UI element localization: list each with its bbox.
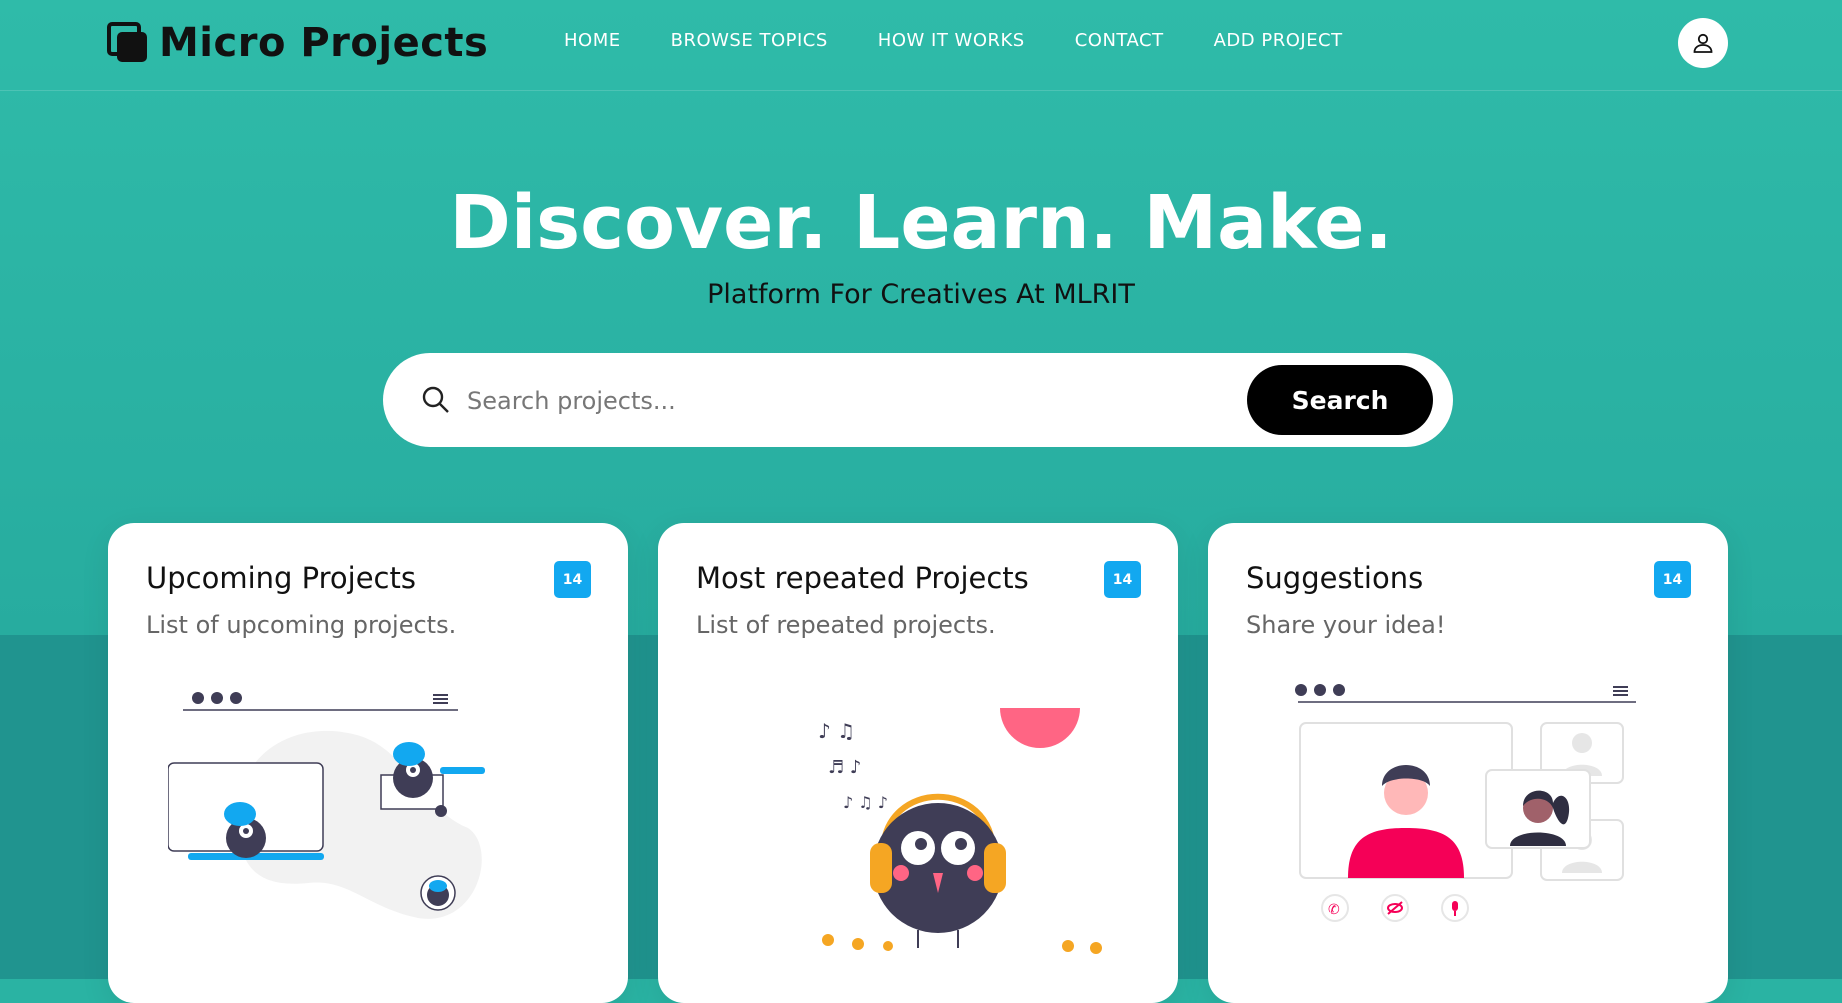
logo-text: Micro Projects [159, 20, 489, 66]
nav-browse-topics[interactable]: BROWSE TOPICS [671, 30, 828, 51]
music-listening-illustration: ♪ ♫ ♬ ♪ ♪ ♫ ♪ [818, 708, 1102, 954]
card-description: List of repeated projects. [696, 611, 996, 639]
card-title: Most repeated Projects [696, 561, 1029, 595]
logo[interactable]: Micro Projects [107, 20, 488, 66]
card-title: Upcoming Projects [146, 561, 416, 595]
nav-contact[interactable]: CONTACT [1075, 30, 1164, 51]
online-work-illustration [168, 692, 485, 919]
nav-add-project[interactable]: ADD PROJECT [1214, 30, 1343, 51]
svg-text:♪ ♫: ♪ ♫ [818, 719, 855, 743]
video-call-illustration: ✆ [1295, 684, 1636, 922]
count-badge: 14 [554, 561, 591, 598]
svg-text:♪ ♫ ♪: ♪ ♫ ♪ [843, 793, 888, 812]
card-most-repeated-projects[interactable]: Most repeated Projects 14 List of repeat… [658, 523, 1178, 1003]
nav-how-it-works[interactable]: HOW IT WORKS [878, 30, 1025, 51]
search-icon [422, 386, 449, 413]
user-account-button[interactable] [1678, 18, 1728, 68]
search-bar: Search [383, 353, 1453, 447]
search-button[interactable]: Search [1247, 365, 1433, 435]
site-header: Micro Projects HOME BROWSE TOPICS HOW IT… [0, 0, 1842, 91]
count-badge: 14 [1654, 561, 1691, 598]
hero-title: Discover. Learn. Make. [449, 180, 1393, 266]
card-upcoming-projects[interactable]: Upcoming Projects 14 List of upcoming pr… [108, 523, 628, 1003]
hero-subtitle: Platform For Creatives At MLRIT [707, 279, 1135, 310]
nav-home[interactable]: HOME [564, 30, 621, 51]
logo-icon [107, 22, 147, 64]
user-icon [1693, 33, 1713, 53]
search-input[interactable] [465, 380, 1209, 422]
card-description: Share your idea! [1246, 611, 1446, 639]
card-title: Suggestions [1246, 561, 1424, 595]
card-description: List of upcoming projects. [146, 611, 457, 639]
main-nav: HOME BROWSE TOPICS HOW IT WORKS CONTACT … [564, 30, 1393, 51]
count-badge: 14 [1104, 561, 1141, 598]
svg-text:✆: ✆ [1328, 902, 1340, 918]
svg-text:♬ ♪: ♬ ♪ [828, 757, 861, 778]
card-suggestions[interactable]: Suggestions 14 Share your idea! ✆ [1208, 523, 1728, 1003]
